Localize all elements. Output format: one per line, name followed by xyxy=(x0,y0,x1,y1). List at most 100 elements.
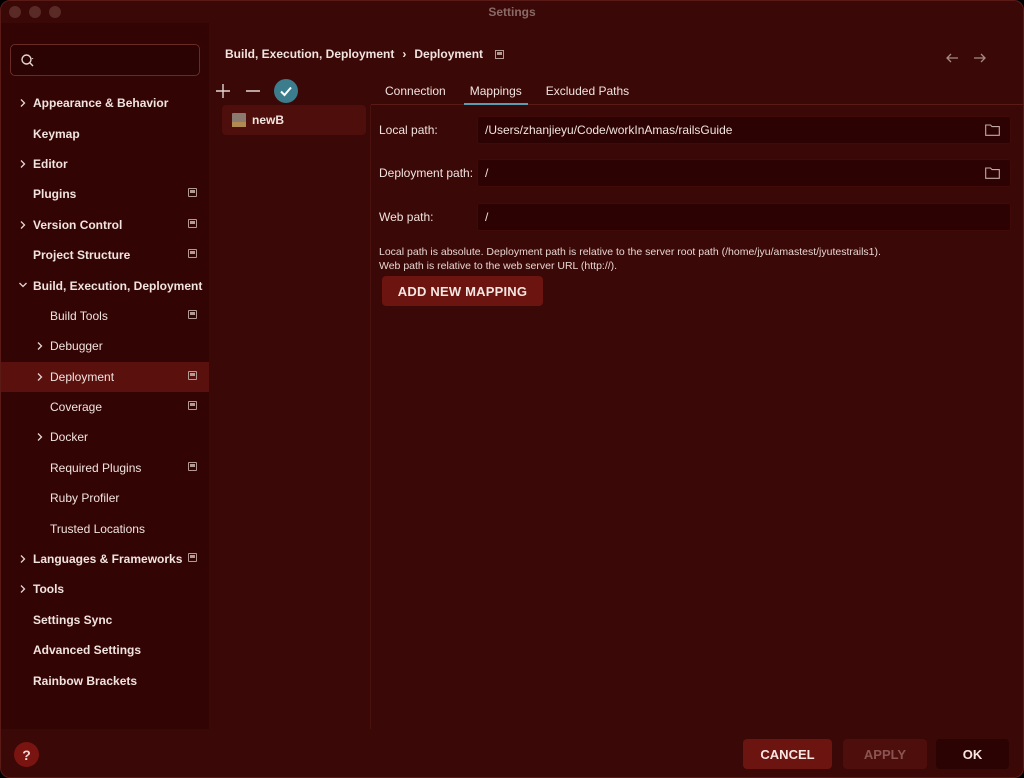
sidebar-item-label: Settings Sync xyxy=(33,612,113,627)
sidebar-item-settings-sync[interactable]: Settings Sync xyxy=(1,605,209,635)
project-scope-icon xyxy=(188,400,197,410)
chevron-right-icon[interactable] xyxy=(35,372,45,382)
web-path-field[interactable]: / xyxy=(477,203,1011,231)
breadcrumb: Build, Execution, Deployment › Deploymen… xyxy=(225,47,505,61)
sidebar-item-appearance-behavior[interactable]: Appearance & Behavior xyxy=(1,88,209,118)
local-path-label: Local path: xyxy=(379,123,438,137)
search-icon xyxy=(21,54,34,67)
sidebar-item-deployment[interactable]: Deployment xyxy=(1,361,209,392)
checkmark-icon xyxy=(280,86,292,97)
deployment-path-field[interactable]: / xyxy=(477,159,1011,187)
history-navigation xyxy=(945,51,987,65)
add-new-mapping-button[interactable]: ADD NEW MAPPING xyxy=(382,276,543,306)
chevron-right-icon[interactable] xyxy=(18,159,28,169)
cancel-button[interactable]: CANCEL xyxy=(743,739,832,769)
chevron-right-icon[interactable] xyxy=(18,220,28,230)
tab-mappings[interactable]: Mappings xyxy=(463,77,528,105)
sidebar-item-label: Keymap xyxy=(33,126,80,141)
sidebar-item-build-execution-deployment[interactable]: Build, Execution, Deployment xyxy=(1,270,209,300)
sidebar-item-label: Build Tools xyxy=(50,308,108,323)
help-button[interactable]: ? xyxy=(14,742,39,767)
chevron-right-icon[interactable] xyxy=(18,554,28,564)
window-title: Settings xyxy=(488,5,536,19)
sidebar-item-build-tools[interactable]: Build Tools xyxy=(1,301,209,331)
apply-button[interactable]: APPLY xyxy=(843,739,927,769)
server-name: newB xyxy=(252,113,285,127)
minimize-window-button[interactable] xyxy=(29,6,41,18)
chevron-right-icon[interactable] xyxy=(18,584,28,594)
add-server-icon[interactable] xyxy=(214,82,232,100)
deployment-path-value: / xyxy=(485,166,489,180)
server-toolbar xyxy=(214,77,298,105)
breadcrumb-parent[interactable]: Build, Execution, Deployment xyxy=(225,47,394,61)
folder-icon[interactable] xyxy=(985,167,1000,179)
sidebar-item-label: Plugins xyxy=(33,187,77,202)
sidebar-item-ruby-profiler[interactable]: Ruby Profiler xyxy=(1,483,209,513)
folder-icon[interactable] xyxy=(985,124,1000,136)
sidebar-item-debugger[interactable]: Debugger xyxy=(1,331,209,361)
sidebar-item-plugins[interactable]: Plugins xyxy=(1,179,209,209)
sidebar-item-version-control[interactable]: Version Control xyxy=(1,210,209,240)
sidebar-item-project-structure[interactable]: Project Structure xyxy=(1,240,209,270)
sidebar-item-coverage[interactable]: Coverage xyxy=(1,392,209,422)
settings-window: Settings Appearance & Behavior Keymap Edit… xyxy=(0,0,1024,778)
sidebar-item-editor[interactable]: Editor xyxy=(1,149,209,179)
project-scope-icon xyxy=(495,49,505,59)
search-input[interactable] xyxy=(10,44,200,76)
deployment-tabs: Connection Mappings Excluded Paths xyxy=(371,77,1023,105)
sidebar-item-label: Deployment xyxy=(50,369,115,384)
forward-arrow-icon[interactable] xyxy=(973,51,987,65)
sidebar-item-tools[interactable]: Tools xyxy=(1,574,209,604)
breadcrumb-separator: › xyxy=(402,47,407,61)
remove-server-icon[interactable] xyxy=(244,82,262,100)
server-list: newB xyxy=(209,105,371,729)
chevron-right-icon[interactable] xyxy=(18,98,28,108)
sidebar-item-advanced-settings[interactable]: Advanced Settings xyxy=(1,635,209,665)
local-path-field[interactable]: /Users/zhanjieyu/Code/workInAmas/railsGu… xyxy=(477,116,1011,144)
use-as-default-button[interactable] xyxy=(274,79,298,103)
chevron-right-icon[interactable] xyxy=(35,432,45,442)
sidebar-item-trusted-locations[interactable]: Trusted Locations xyxy=(1,513,209,543)
close-window-button[interactable] xyxy=(9,6,21,18)
web-path-value: / xyxy=(485,210,489,224)
sidebar-item-keymap[interactable]: Keymap xyxy=(1,118,209,148)
server-list-item[interactable]: newB xyxy=(222,105,366,135)
sidebar-item-label: Debugger xyxy=(50,339,103,354)
sidebar-item-label: Docker xyxy=(50,430,89,445)
project-scope-icon xyxy=(188,188,197,198)
settings-nav-tree: Appearance & Behavior Keymap Editor Plugins… xyxy=(1,88,209,696)
project-scope-icon xyxy=(188,218,197,228)
sidebar-item-required-plugins[interactable]: Required Plugins xyxy=(1,453,209,483)
project-scope-icon xyxy=(188,248,197,258)
sidebar-item-languages-frameworks[interactable]: Languages & Frameworks xyxy=(1,544,209,574)
chevron-right-icon[interactable] xyxy=(35,341,45,351)
sidebar-item-label: Trusted Locations xyxy=(50,521,145,536)
sidebar-item-label: Required Plugins xyxy=(50,460,142,475)
zoom-window-button[interactable] xyxy=(49,6,61,18)
sidebar-item-label: Advanced Settings xyxy=(33,643,142,658)
sidebar-item-label: Appearance & Behavior xyxy=(33,96,169,111)
sidebar-item-label: Coverage xyxy=(50,400,103,415)
tab-excluded-paths[interactable]: Excluded Paths xyxy=(540,77,635,104)
tab-connection[interactable]: Connection xyxy=(379,77,452,104)
settings-sidebar: Appearance & Behavior Keymap Editor Plugins… xyxy=(1,23,209,729)
sidebar-item-label: Languages & Frameworks xyxy=(33,552,183,567)
project-scope-icon xyxy=(188,370,197,380)
sidebar-item-docker[interactable]: Docker xyxy=(1,422,209,452)
project-scope-icon xyxy=(188,552,197,562)
window-controls xyxy=(9,6,61,18)
sidebar-item-label: Editor xyxy=(33,156,68,171)
local-path-value: /Users/zhanjieyu/Code/workInAmas/railsGu… xyxy=(485,123,733,137)
sidebar-item-rainbow-brackets[interactable]: Rainbow Brackets xyxy=(1,665,209,695)
hint-line-2: Web path is relative to the web server U… xyxy=(379,260,618,272)
back-arrow-icon[interactable] xyxy=(945,51,959,65)
sidebar-item-label: Tools xyxy=(33,582,65,597)
chevron-down-icon[interactable] xyxy=(18,280,28,290)
sidebar-item-label: Build, Execution, Deployment xyxy=(33,278,203,293)
breadcrumb-current: Deployment xyxy=(414,47,484,61)
title-bar: Settings xyxy=(1,1,1023,23)
ok-button[interactable]: OK xyxy=(936,739,1009,769)
sidebar-item-label: Version Control xyxy=(33,217,123,232)
project-scope-icon xyxy=(188,309,197,319)
web-path-label: Web path: xyxy=(379,210,434,224)
